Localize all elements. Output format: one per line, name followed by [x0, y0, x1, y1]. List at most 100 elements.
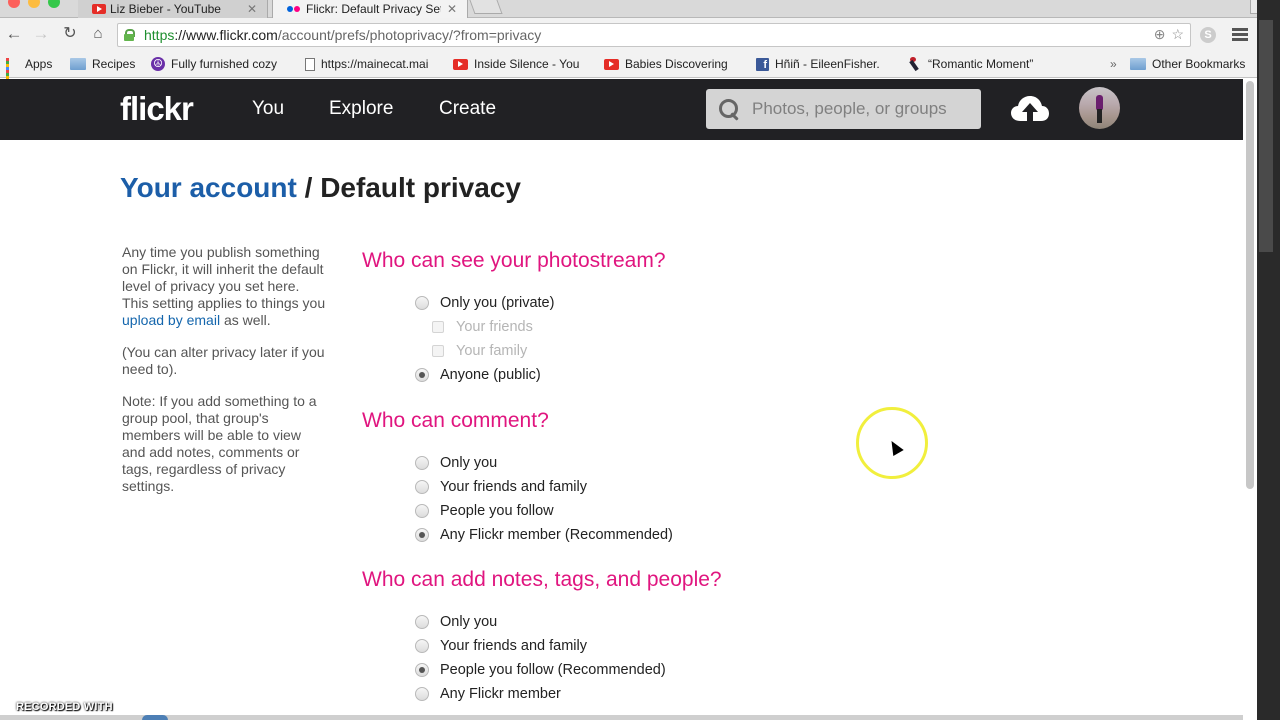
checkbox[interactable] [432, 321, 444, 333]
radio-button[interactable] [415, 687, 429, 701]
url-path: /account/prefs/photoprivacy/?from=privac… [277, 27, 542, 43]
window-close-button[interactable] [8, 0, 20, 8]
radio-button[interactable] [415, 615, 429, 629]
search-input[interactable] [752, 99, 972, 119]
bookmark-inside-silence[interactable]: Inside Silence - You [453, 57, 579, 71]
avatar[interactable] [1079, 87, 1120, 129]
bookmark-label: https://mainecat.mai [321, 57, 429, 71]
bookmark-eileenfisher[interactable]: f Hñiñ - EileenFisher. [756, 57, 880, 71]
radio-option[interactable]: Only you [415, 451, 673, 475]
bookmark-recipes[interactable]: Recipes [70, 57, 135, 71]
reload-icon[interactable]: ↻ [60, 24, 80, 44]
upload-by-email-link[interactable]: upload by email [122, 312, 220, 328]
comment-privacy-section: Who can comment? Only you Your friends a… [362, 409, 673, 547]
bookmarks-overflow-button[interactable]: » [1110, 57, 1117, 71]
radio-button[interactable] [415, 528, 429, 542]
checkbox-option[interactable]: Your family [415, 339, 666, 363]
address-bar[interactable]: https://www.flickr.com/account/prefs/pho… [117, 23, 1191, 47]
zoom-icon[interactable]: ⊕ [1154, 26, 1166, 43]
bookmark-label: “Romantic Moment” [928, 57, 1034, 71]
forward-arrow-icon[interactable]: → [31, 24, 51, 44]
bookmark-label: Recipes [92, 57, 136, 71]
explanation-paragraph: (You can alter privacy later if you need… [122, 344, 325, 377]
skype-extension-icon[interactable]: S [1200, 27, 1216, 43]
recorder-bar [0, 715, 1243, 720]
radio-option[interactable]: Only you [415, 610, 722, 634]
bookmark-fully-furnished[interactable]: ☮ Fully furnished cozy [151, 57, 277, 71]
menu-icon[interactable] [1232, 28, 1248, 41]
bookmarks-bar: Apps Recipes ☮ Fully furnished cozy http… [0, 51, 1280, 85]
notes-tags-privacy-section: Who can add notes, tags, and people? Onl… [362, 568, 722, 706]
radio-option[interactable]: Any Flickr member (Recommended) [415, 523, 673, 547]
radio-button[interactable] [415, 368, 429, 382]
radio-button[interactable] [415, 296, 429, 310]
url-scheme: https [144, 27, 175, 43]
breadcrumb-your-account[interactable]: Your account [120, 172, 297, 203]
radio-option[interactable]: Your friends and family [415, 475, 673, 499]
home-icon[interactable]: ⌂ [88, 24, 108, 44]
bookmark-label: Other Bookmarks [1152, 57, 1246, 71]
radio-button[interactable] [415, 663, 429, 677]
section-heading: Who can comment? [362, 409, 549, 432]
radio-button[interactable] [415, 456, 429, 470]
youtube-icon [604, 58, 619, 70]
radio-option[interactable]: Your friends and family [415, 634, 722, 658]
new-tab-button[interactable] [469, 0, 503, 14]
tab-close-icon[interactable]: ✕ [447, 2, 457, 16]
radio-option[interactable]: People you follow (Recommended) [415, 658, 722, 682]
section-heading: Who can see your photostream? [362, 249, 666, 272]
radio-button[interactable] [415, 504, 429, 518]
page-scrollbar[interactable] [1246, 81, 1254, 489]
nav-you[interactable]: You [252, 98, 284, 120]
radio-option[interactable]: Any Flickr member [415, 682, 722, 706]
recorded-with-watermark: RECORDED WITH [16, 701, 113, 713]
lock-icon [124, 29, 135, 41]
window-zoom-button[interactable] [48, 0, 60, 8]
nav-explore[interactable]: Explore [329, 98, 393, 120]
radio-button[interactable] [415, 639, 429, 653]
flickr-navbar: flickr You Explore Create [0, 79, 1243, 140]
peace-icon: ☮ [151, 57, 165, 71]
flickr-logo[interactable]: flickr [120, 90, 194, 128]
tab-close-icon[interactable]: ✕ [247, 2, 257, 16]
apps-grid-icon [6, 57, 19, 85]
page-title: Your account / Default privacy [120, 172, 521, 204]
folder-icon [70, 58, 86, 70]
breadcrumb-separator: / [296, 172, 321, 203]
nav-create[interactable]: Create [439, 98, 496, 120]
page-title-text: Default privacy [320, 172, 521, 203]
radio-option[interactable]: Only you (private) [415, 291, 666, 315]
tab-flickr[interactable]: Flickr: Default Privacy Sett ✕ [272, 0, 468, 18]
bookmark-label: Inside Silence - You [474, 57, 580, 71]
youtube-icon [453, 58, 468, 70]
radio-option[interactable]: Anyone (public) [415, 363, 666, 387]
bookmark-label: Babies Discovering [625, 57, 728, 71]
bookmark-babies-discovering[interactable]: Babies Discovering [604, 57, 728, 71]
radio-option[interactable]: People you follow [415, 499, 673, 523]
tab-title: Flickr: Default Privacy Sett [306, 2, 441, 16]
tab-youtube[interactable]: Liz Bieber - YouTube ✕ [78, 0, 268, 18]
upload-cloud-icon[interactable] [1011, 96, 1049, 122]
window-minimize-button[interactable] [28, 0, 40, 8]
scrollbar-thumb[interactable] [1259, 20, 1273, 252]
radio-button[interactable] [415, 480, 429, 494]
tab-strip: Liz Bieber - YouTube ✕ Flickr: Default P… [0, 0, 1280, 18]
browser-toolbar: ← → ↻ ⌂ https://www.flickr.com/account/p… [0, 18, 1280, 51]
bird-icon [908, 57, 922, 71]
checkbox[interactable] [432, 345, 444, 357]
bookmark-mainecat[interactable]: https://mainecat.mai [305, 57, 428, 71]
other-bookmarks[interactable]: Other Bookmarks [1130, 57, 1245, 71]
bookmark-star-icon[interactable]: ☆ [1171, 26, 1184, 43]
bookmark-label: Fully furnished cozy [171, 57, 278, 71]
flickr-page: flickr You Explore Create Your account /… [0, 79, 1243, 720]
youtube-icon [92, 4, 106, 14]
bookmark-label: Hñiñ - EileenFisher. [775, 57, 880, 71]
bookmark-romantic-moment[interactable]: “Romantic Moment” [908, 57, 1033, 71]
checkbox-option[interactable]: Your friends [415, 315, 666, 339]
recorder-logo [142, 715, 168, 720]
outer-scrollbar[interactable] [1257, 0, 1280, 720]
back-arrow-icon[interactable]: ← [4, 24, 24, 44]
bookmark-label: Apps [25, 57, 53, 71]
bookmark-apps[interactable]: Apps [6, 57, 53, 85]
search-box[interactable] [706, 89, 981, 129]
